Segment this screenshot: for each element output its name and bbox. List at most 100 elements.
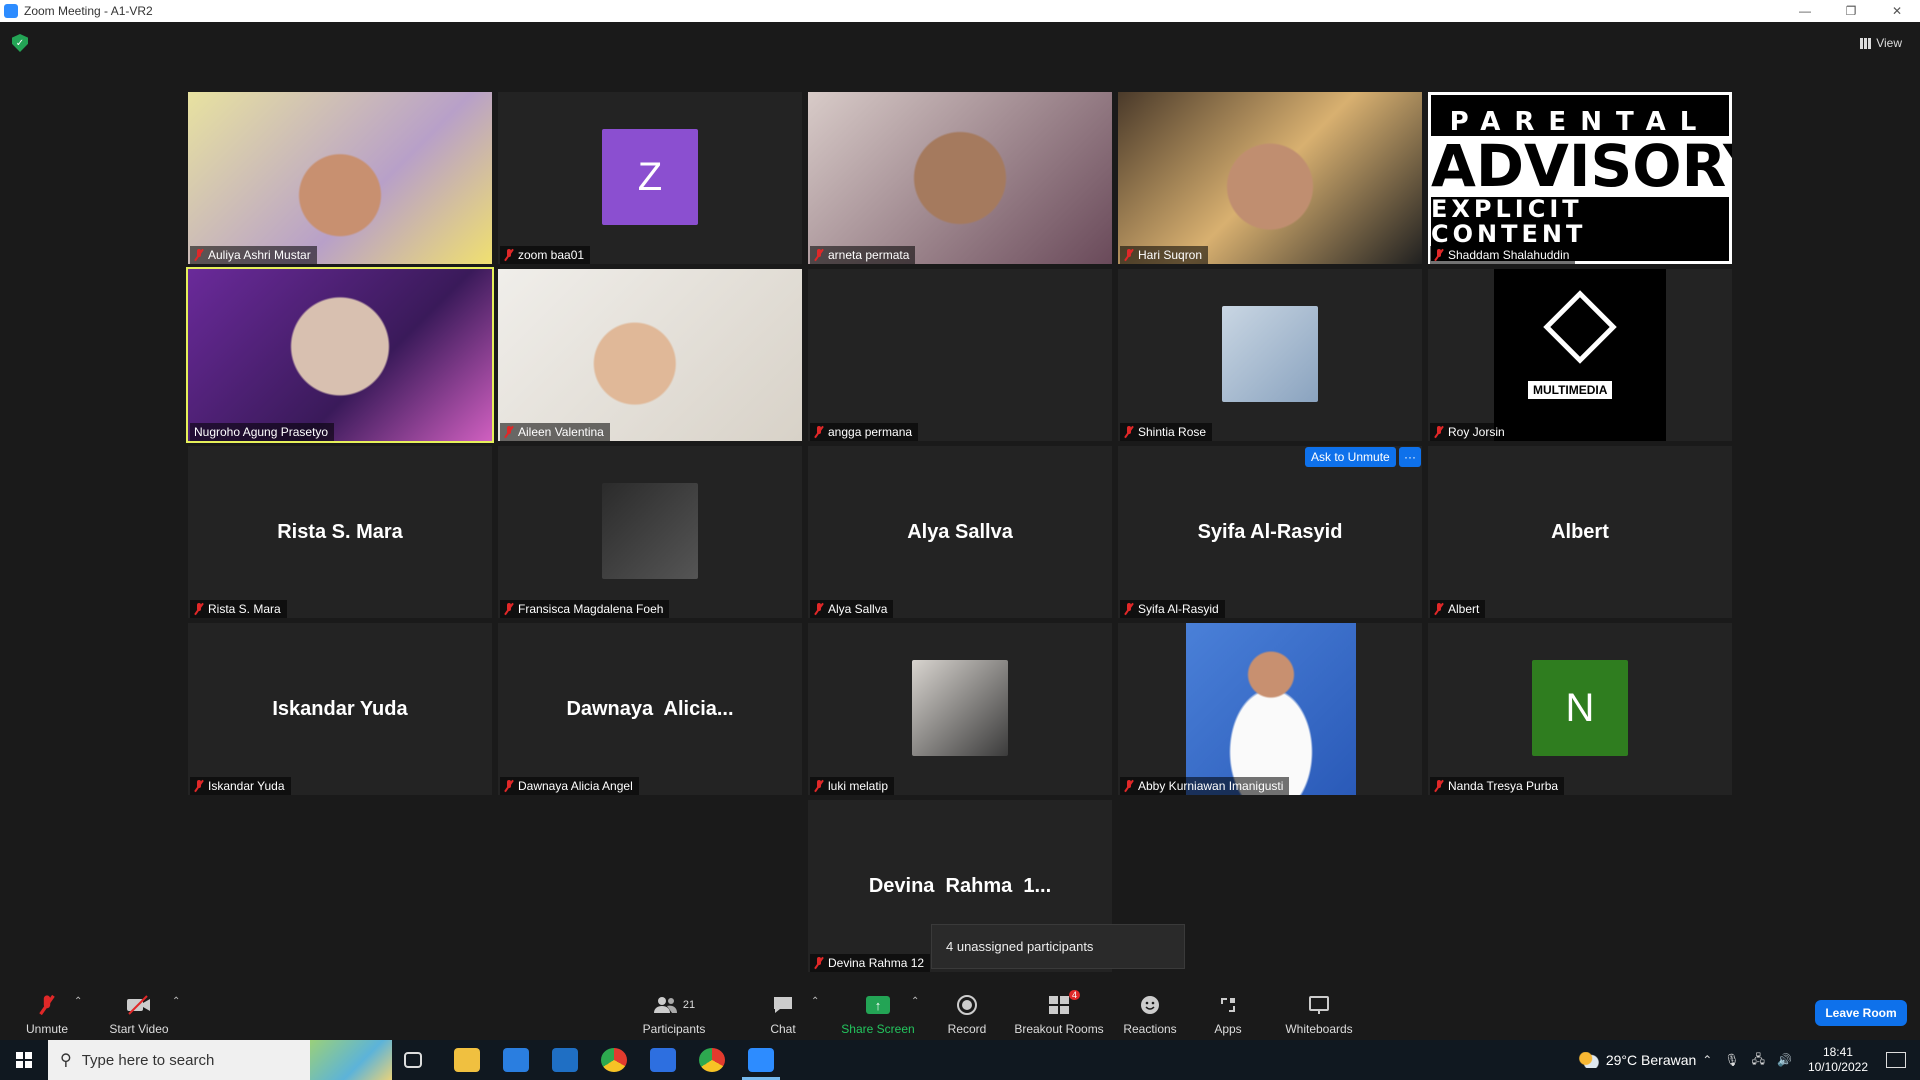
participant-name-label: Shintia Rose [1120, 423, 1213, 441]
participant-name: Syifa Al-Rasyid [1138, 602, 1219, 616]
view-button[interactable]: View [1854, 32, 1908, 54]
muted-mic-icon [1124, 603, 1134, 615]
window-controls: — ❐ ✕ [1782, 0, 1920, 22]
video-options-caret[interactable]: ⌃ [172, 996, 180, 1007]
participant-tile[interactable]: Alya Sallva Alya Sallva [808, 446, 1112, 618]
participant-tile[interactable]: N Nanda Tresya Purba [1428, 623, 1732, 795]
avatar-photo [602, 483, 698, 579]
participant-video [498, 269, 802, 441]
file-explorer-icon[interactable] [454, 1048, 480, 1072]
participant-display-name: Rista S. Mara [277, 520, 403, 543]
unmute-button[interactable]: Unmute [22, 984, 72, 1036]
search-highlight-image [310, 1040, 392, 1080]
participant-tile[interactable]: Shintia Rose [1118, 269, 1422, 441]
participant-display-name: Syifa Al-Rasyid [1197, 520, 1343, 543]
chrome-icon[interactable] [601, 1048, 627, 1072]
participant-tile[interactable]: Iskandar Yuda Iskandar Yuda [188, 623, 492, 795]
view-label: View [1876, 36, 1902, 50]
weather-icon[interactable] [1577, 1052, 1600, 1068]
start-button[interactable] [0, 1040, 48, 1080]
more-options-button[interactable]: ··· [1399, 447, 1421, 467]
teamviewer-icon[interactable] [650, 1048, 676, 1072]
tray-chevron-icon[interactable]: ⌃ [1702, 1053, 1712, 1067]
network-icon[interactable]: 🖧 [1752, 1050, 1765, 1071]
breakout-rooms-button[interactable]: 4 Breakout Rooms [1012, 984, 1106, 1036]
participant-name: Nugroho Agung Prasetyo [194, 425, 329, 439]
volume-icon[interactable]: 🔊 [1777, 1053, 1792, 1067]
window-title: Zoom Meeting - A1-VR2 [24, 4, 153, 18]
participants-button[interactable]: 21 Participants [640, 984, 708, 1036]
muted-mic-icon [504, 426, 514, 438]
parental-advisory-logo: PARENTAL ADVISORY EXPLICIT CONTENT [1428, 92, 1732, 264]
participant-tile[interactable]: arneta permata [808, 92, 1112, 264]
participant-tile[interactable]: Hari Suqron [1118, 92, 1422, 264]
muted-mic-icon [194, 603, 204, 615]
participant-display-name: Alya Sallva [907, 520, 1013, 543]
participant-name-label: Iskandar Yuda [190, 777, 291, 795]
participant-tile[interactable]: luki melatip [808, 623, 1112, 795]
notification-icon[interactable] [1886, 1052, 1906, 1068]
zoom-taskbar-icon[interactable] [742, 1048, 780, 1080]
close-button[interactable]: ✕ [1874, 0, 1920, 22]
muted-mic-icon [194, 249, 204, 261]
search-icon: ⚲ [60, 1052, 72, 1069]
minimize-button[interactable]: — [1782, 0, 1828, 22]
muted-mic-icon [194, 780, 204, 792]
start-video-button[interactable]: Start Video [106, 984, 172, 1036]
participant-tile[interactable]: Syifa Al-Rasyid Syifa Al-Rasyid [1118, 446, 1422, 618]
participant-video [188, 269, 492, 441]
participant-name: Nanda Tresya Purba [1448, 779, 1559, 793]
participant-name: Fransisca Magdalena Foeh [518, 602, 664, 616]
participant-name-label: arneta permata [810, 246, 916, 264]
taskbar-search[interactable]: ⚲ Type here to search [48, 1040, 392, 1080]
participant-tile[interactable]: Auliya Ashri Mustar [188, 92, 492, 264]
share-screen-button[interactable]: ↑ Share Screen [838, 984, 918, 1036]
participant-video [188, 92, 492, 264]
muted-mic-icon [814, 249, 824, 261]
audio-options-caret[interactable]: ⌃ [74, 996, 82, 1007]
restore-button[interactable]: ❐ [1828, 0, 1874, 22]
participants-icon: 21 [653, 992, 695, 1018]
whiteboards-button[interactable]: Whiteboards [1282, 984, 1356, 1036]
participant-tile[interactable]: PARENTAL ADVISORY EXPLICIT CONTENT Shaddam … [1428, 92, 1732, 264]
participant-tile[interactable]: Fransisca Magdalena Foeh [498, 446, 802, 618]
leave-room-button[interactable]: Leave Room [1815, 1000, 1907, 1026]
task-view-icon[interactable] [404, 1052, 422, 1068]
taskbar-clock[interactable]: 18:41 10/10/2022 [1808, 1045, 1868, 1075]
participant-tile[interactable]: Nugroho Agung Prasetyo [186, 267, 494, 443]
muted-mic-icon [814, 957, 824, 969]
participant-name: Auliya Ashri Mustar [208, 248, 311, 262]
participant-name-label: luki melatip [810, 777, 895, 795]
participant-name-label: Nugroho Agung Prasetyo [190, 423, 335, 441]
chat-button[interactable]: Chat [760, 984, 806, 1036]
participant-name-label: angga permana [810, 423, 919, 441]
participant-tile[interactable]: Aileen Valentina [498, 269, 802, 441]
participant-tile[interactable]: Zzoom baa01 [498, 92, 802, 264]
chrome-profile-icon[interactable] [699, 1048, 725, 1072]
mail-icon[interactable] [552, 1048, 578, 1072]
muted-mic-icon [814, 426, 824, 438]
grid-icon [1860, 37, 1872, 49]
muted-mic-icon [1434, 249, 1444, 261]
participant-tile[interactable]: Rista S. Mara Rista S. Mara [188, 446, 492, 618]
store-icon[interactable] [503, 1048, 529, 1072]
reactions-button[interactable]: Reactions [1122, 984, 1178, 1036]
ask-to-unmute-button[interactable]: Ask to Unmute [1305, 447, 1396, 467]
record-button[interactable]: Record [942, 984, 992, 1036]
participant-tile[interactable]: MULTIMEDIA Roy Jorsin [1428, 269, 1732, 441]
muted-mic-icon [504, 249, 514, 261]
microphone-icon[interactable]: 🎙 [1724, 1053, 1739, 1067]
participant-tile[interactable]: Abby Kurniawan Imanigusti [1118, 623, 1422, 795]
participant-tile[interactable]: Dawnaya Alicia... Dawnaya Alicia Angel [498, 623, 802, 795]
apps-icon [1218, 992, 1238, 1018]
encryption-shield-icon[interactable]: ✓ [12, 34, 28, 52]
participant-tile[interactable]: angga permana [808, 269, 1112, 441]
participant-tile[interactable]: Albert Albert [1428, 446, 1732, 618]
apps-button[interactable]: Apps [1213, 984, 1243, 1036]
weather-text[interactable]: 29°C Berawan [1606, 1052, 1696, 1068]
chat-options-caret[interactable]: ⌃ [811, 996, 819, 1007]
participant-name-label: Syifa Al-Rasyid [1120, 600, 1225, 618]
participant-display-name: Iskandar Yuda [272, 697, 408, 720]
share-options-caret[interactable]: ⌃ [911, 996, 919, 1007]
system-tray: 29°C Berawan ⌃ 🎙 🖧 🔊 18:41 10/10/2022 [1577, 1040, 1920, 1080]
